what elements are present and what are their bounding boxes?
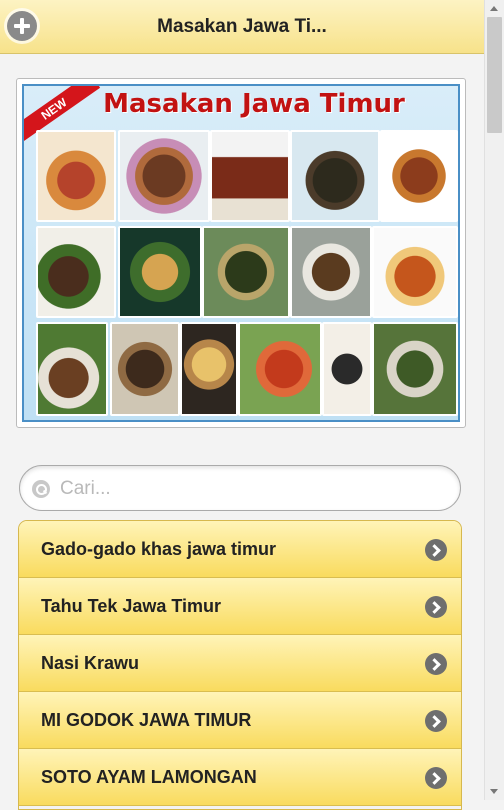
chevron-right-icon (425, 539, 447, 561)
chevron-shape (428, 544, 441, 557)
scroll-down-arrow-icon[interactable] (485, 783, 504, 800)
list-item-label: Tahu Tek Jawa Timur (41, 596, 222, 616)
chevron-shape (428, 772, 441, 785)
plus-vertical (20, 18, 24, 34)
list-item-label: Gado-gado khas jawa timur (41, 539, 277, 559)
food-photo (36, 322, 108, 416)
recipe-list: Gado-gado khas jawa timur Tahu Tek Jawa … (18, 520, 462, 810)
chevron-shape (428, 715, 441, 728)
header-bar: Masakan Jawa Ti... (0, 0, 484, 54)
page-title: Masakan Jawa Ti... (157, 16, 327, 37)
search-field (19, 465, 461, 512)
chevron-right-icon (425, 767, 447, 789)
food-photo (202, 226, 290, 318)
food-photo (118, 226, 202, 318)
chevron-right-icon (425, 596, 447, 618)
food-photo (290, 130, 380, 222)
food-photo (380, 130, 458, 222)
search-input[interactable] (58, 466, 452, 512)
list-item[interactable]: SOTO AYAM LAMONGAN (19, 749, 461, 806)
chevron-shape (428, 658, 441, 671)
list-item[interactable]: Gado-gado khas jawa timur (19, 521, 461, 578)
food-photo (372, 322, 458, 416)
food-photo (118, 130, 210, 222)
food-photo (36, 226, 116, 318)
food-photo (180, 322, 238, 416)
food-photo (238, 322, 322, 416)
list-item-label: MI GODOK JAWA TIMUR (41, 710, 252, 730)
food-photo (210, 130, 290, 222)
vertical-scrollbar[interactable] (484, 0, 504, 800)
food-photo (36, 130, 116, 222)
chevron-right-icon (425, 653, 447, 675)
banner-image[interactable]: NEW Masakan Jawa Timur (22, 84, 460, 422)
list-item-label: SOTO AYAM LAMONGAN (41, 767, 257, 787)
chevron-shape (428, 601, 441, 614)
food-photo (290, 226, 372, 318)
scroll-thumb[interactable] (487, 17, 502, 133)
plus-circle-icon[interactable] (7, 11, 37, 41)
search-icon (32, 480, 50, 498)
food-photo (372, 226, 458, 318)
banner-title: Masakan Jawa Timur (103, 89, 405, 119)
scroll-up-arrow-icon[interactable] (485, 0, 504, 17)
list-item-label: Nasi Krawu (41, 653, 140, 673)
list-item[interactable]: Tahu Tek Jawa Timur (19, 578, 461, 635)
food-photo (110, 322, 180, 416)
list-item[interactable]: MI GODOK JAWA TIMUR (19, 692, 461, 749)
list-item[interactable]: Nasi Krawu (19, 635, 461, 692)
chevron-right-icon (425, 710, 447, 732)
food-photo (322, 322, 372, 416)
banner-frame: NEW Masakan Jawa Timur (16, 78, 466, 428)
